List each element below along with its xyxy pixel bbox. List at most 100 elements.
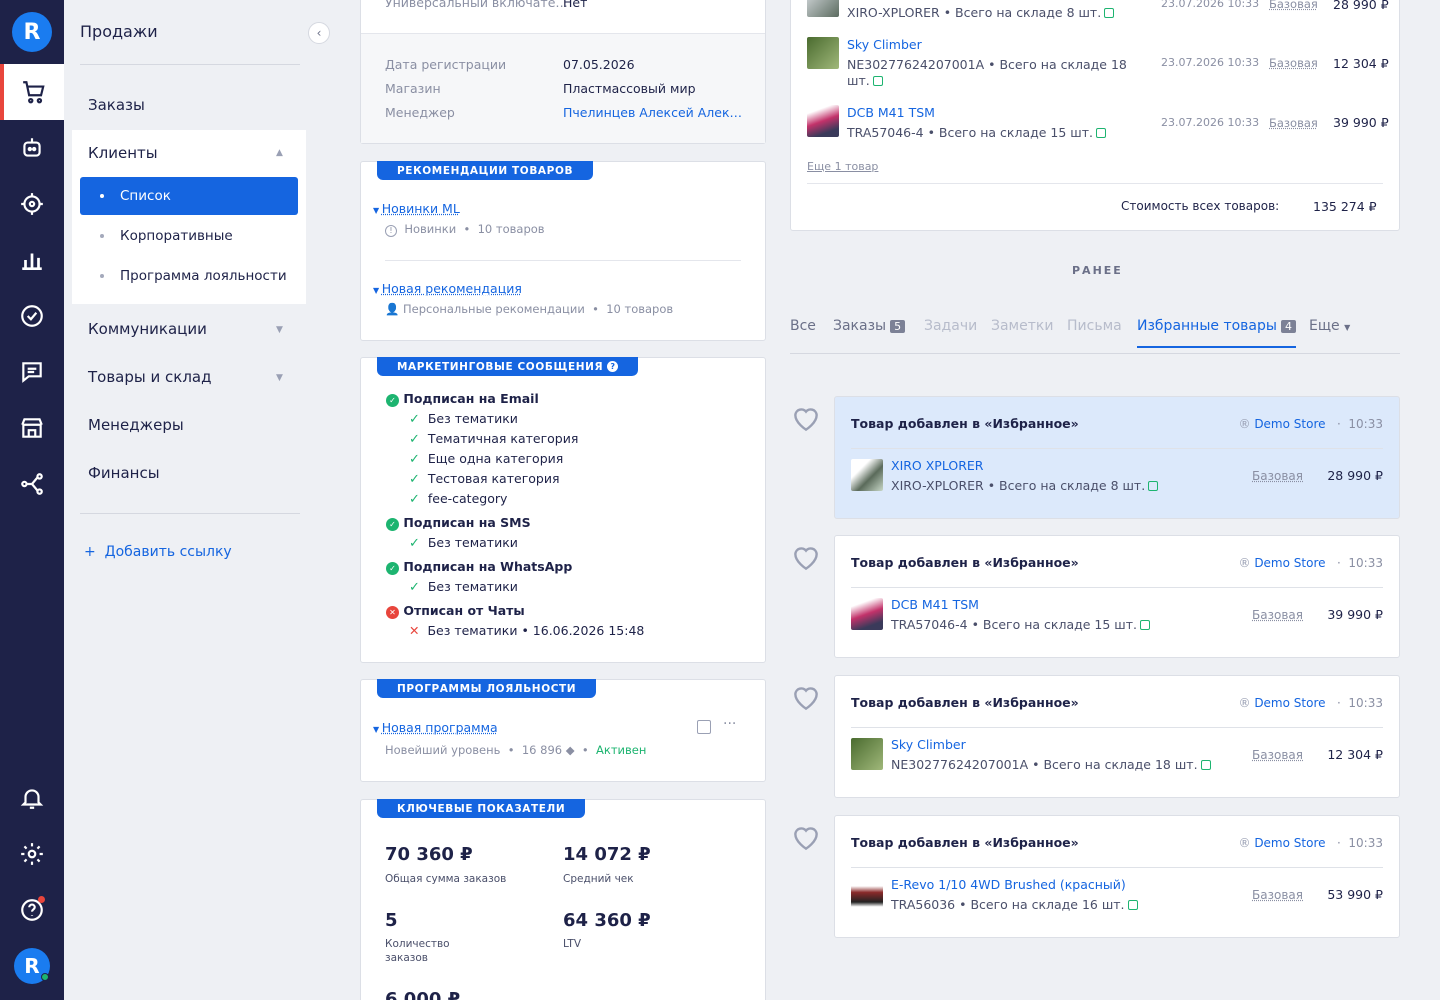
- card-ribbon: МАРКЕТИНГОВЫЕ СООБЩЕНИЯ ?: [377, 357, 638, 376]
- tab-more[interactable]: Еще ▼: [1309, 318, 1350, 334]
- history-tabs: Все Заказы 5 Задачи Заметки Письма Избран…: [790, 318, 1400, 354]
- price-list[interactable]: Базовая: [1252, 608, 1303, 622]
- email-topic: Еще одна категория: [428, 451, 563, 466]
- gear-icon[interactable]: [0, 826, 64, 882]
- more-icon[interactable]: ···: [723, 716, 736, 732]
- tab-orders-label: Заказы: [833, 318, 886, 334]
- event-title: Товар добавлен в «Избранное»: [851, 555, 1079, 570]
- tab-notes[interactable]: Заметки: [991, 318, 1053, 334]
- reco-link[interactable]: Новая рекомендация: [382, 281, 522, 296]
- nav-goods[interactable]: Товары и склад: [88, 368, 211, 386]
- email-topic: fee-category: [428, 491, 508, 506]
- kpi-total: 70 360 ₽: [385, 844, 473, 865]
- whatsapp-topic: Без тематики: [428, 579, 518, 594]
- help-icon[interactable]: [0, 882, 64, 938]
- warehouse-icon: [1128, 900, 1138, 910]
- bell-icon[interactable]: [0, 770, 64, 826]
- loyalty-program-link[interactable]: Новая программа: [382, 720, 498, 735]
- user-avatar[interactable]: R: [0, 938, 64, 994]
- price-list[interactable]: Базовая: [1252, 469, 1303, 483]
- product-link[interactable]: XIRO XPLORER: [891, 458, 983, 473]
- tab-favorites[interactable]: Избранные товары 4: [1137, 318, 1296, 348]
- robot-icon[interactable]: [0, 120, 64, 176]
- store-link[interactable]: Demo Store: [1254, 836, 1325, 850]
- chat-icon[interactable]: [0, 344, 64, 400]
- sub-loyalty[interactable]: Программа лояльности: [80, 257, 298, 295]
- sub-list[interactable]: Список: [80, 177, 298, 215]
- reco-count: 10 товаров: [606, 302, 673, 316]
- loyalty-card: ПРОГРАММЫ ЛОЯЛЬНОСТИ ▼ Новая программа ·…: [360, 679, 766, 782]
- order-product-link[interactable]: DCB M41 TSM: [847, 105, 935, 120]
- target-icon[interactable]: [0, 176, 64, 232]
- app-logo[interactable]: R: [0, 4, 64, 60]
- more-items-link[interactable]: Еще 1 товар: [807, 160, 878, 173]
- product-link[interactable]: Sky Climber: [891, 737, 966, 752]
- analytics-icon[interactable]: [0, 232, 64, 288]
- email-topic: Тестовая категория: [428, 471, 560, 486]
- chevron-left-icon: ‹: [317, 26, 322, 40]
- collapse-sidebar-button[interactable]: ‹: [308, 22, 330, 44]
- app-rail: R R: [0, 0, 64, 1000]
- nav-orders[interactable]: Заказы: [88, 96, 145, 114]
- tab-orders[interactable]: Заказы 5: [833, 318, 905, 334]
- tab-all[interactable]: Все: [790, 318, 816, 334]
- warehouse-icon: [1201, 760, 1211, 770]
- diamond-icon: ◆: [566, 743, 575, 757]
- store-link[interactable]: Demo Store: [1254, 696, 1325, 710]
- manager-link[interactable]: Пчелинцев Алексей Алекс…: [563, 105, 743, 120]
- heart-icon: [790, 682, 822, 714]
- product-thumb: [807, 37, 839, 69]
- product-sku: TRA57046-4 • Всего на складе 15 шт.: [891, 617, 1137, 632]
- cross-icon: ✕: [409, 623, 419, 638]
- tab-letters[interactable]: Письма: [1067, 318, 1122, 334]
- kpi-avg-label: Средний чек: [563, 873, 634, 885]
- nav-communications[interactable]: Коммуникации: [88, 320, 207, 338]
- order-total-label: Стоимость всех товаров:: [1121, 199, 1279, 213]
- earlier-heading: РАНЕЕ: [1072, 264, 1123, 277]
- card-icon[interactable]: [697, 720, 711, 734]
- product-thumb: [851, 459, 883, 491]
- reco-type: Персональные рекомендации: [403, 302, 585, 316]
- price-list[interactable]: Базовая: [1269, 56, 1318, 70]
- sub-corporate[interactable]: Корпоративные: [80, 217, 298, 255]
- tab-tasks[interactable]: Задачи: [924, 318, 977, 334]
- sub-corporate-label: Корпоративные: [120, 228, 233, 244]
- ok-icon: ✓: [386, 518, 399, 531]
- product-thumb: [851, 738, 883, 770]
- store-link[interactable]: Demo Store: [1254, 556, 1325, 570]
- loyalty-status: Активен: [596, 743, 646, 757]
- store-icon: ®: [1238, 417, 1250, 431]
- store-icon: ®: [1238, 696, 1250, 710]
- chats-topic: Без тематики • 16.06.2026 15:48: [427, 623, 644, 638]
- check-circle-icon[interactable]: [0, 288, 64, 344]
- price-list[interactable]: Базовая: [1252, 888, 1303, 902]
- order-product-link[interactable]: Sky Climber: [847, 37, 922, 52]
- reco-link[interactable]: Новинки ML: [382, 201, 460, 216]
- clients-submenu: Клиенты ▲ Список Корпоративные Программа…: [72, 130, 306, 304]
- chevron-up-icon[interactable]: ▲: [276, 148, 283, 158]
- product-link[interactable]: DCB M41 TSM: [891, 597, 979, 612]
- nav-managers[interactable]: Менеджеры: [88, 416, 184, 434]
- price-list[interactable]: Базовая: [1269, 0, 1318, 11]
- store-link[interactable]: Demo Store: [1254, 417, 1325, 431]
- nav-finance[interactable]: Финансы: [88, 464, 160, 482]
- event-time: 10:33: [1348, 696, 1383, 710]
- store-icon[interactable]: [0, 400, 64, 456]
- caret-down-icon: ▼: [373, 206, 382, 215]
- card-ribbon: ПРОГРАММЫ ЛОЯЛЬНОСТИ: [377, 679, 596, 698]
- help-icon[interactable]: ?: [607, 361, 618, 372]
- event-title: Товар добавлен в «Избранное»: [851, 835, 1079, 850]
- product-link[interactable]: E-Revo 1/10 4WD Brushed (красный): [891, 877, 1126, 892]
- add-link-button[interactable]: + Добавить ссылку: [84, 544, 232, 560]
- cart-icon[interactable]: [0, 64, 64, 120]
- price-list[interactable]: Базовая: [1269, 116, 1318, 130]
- price-list[interactable]: Базовая: [1252, 748, 1303, 762]
- chevron-down-icon[interactable]: ▼: [276, 373, 283, 383]
- heart-icon: [790, 542, 822, 574]
- share-icon[interactable]: [0, 456, 64, 512]
- chevron-down-icon[interactable]: ▼: [276, 325, 283, 335]
- nav-clients[interactable]: Клиенты: [88, 144, 158, 162]
- event-time: 10:33: [1348, 417, 1383, 431]
- product-sku: NE30277624207001A • Всего на складе 18 ш…: [891, 757, 1198, 772]
- heart-icon: [790, 822, 822, 854]
